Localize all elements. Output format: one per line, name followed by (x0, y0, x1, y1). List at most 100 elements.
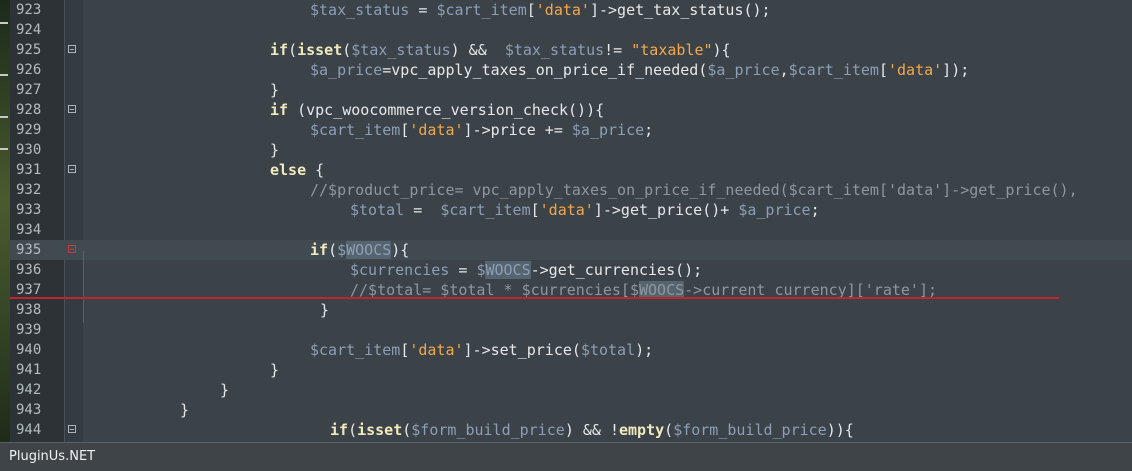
fold-toggle-icon[interactable] (68, 105, 76, 113)
code-token: } (270, 81, 280, 99)
code-text: if(isset($form_build_price) && !empty($f… (330, 420, 854, 440)
brand-label: PluginUs.NET (9, 449, 96, 464)
line-number: 925 (16, 42, 42, 58)
code-token: ) && ! (564, 421, 619, 439)
code-token: ]->get_tax_status(); (589, 1, 771, 19)
code-line[interactable]: 938} (10, 300, 1132, 320)
code-token: $cart_item (436, 1, 527, 19)
code-text: $cart_item['data']->price += $a_price; (310, 120, 653, 140)
code-token: ( (348, 421, 358, 439)
line-number: 934 (16, 222, 42, 238)
code-token: [ (878, 61, 888, 79)
annotation-underline (10, 297, 1059, 299)
desktop-background-strip (0, 0, 10, 442)
code-token: $cart_item (788, 61, 879, 79)
code-text: } (180, 400, 189, 420)
line-number: 942 (16, 382, 42, 398)
code-token: $cart_item (310, 341, 401, 359)
code-token: WOOCS (485, 261, 531, 279)
code-token: ){ (712, 41, 731, 59)
code-text: } (270, 360, 279, 380)
code-line[interactable]: 923 $tax_status = $cart_item['data']->get… (10, 0, 1132, 20)
code-token: != (604, 41, 632, 59)
fold-toggle-icon[interactable] (68, 45, 76, 53)
code-line[interactable]: 929 $cart_item['data']->price += $a_price… (10, 120, 1132, 140)
code-line[interactable]: 928 if (vpc_woocommerce_version_check()){ (10, 100, 1132, 120)
code-token: isset (297, 41, 343, 59)
line-number: 928 (16, 102, 42, 118)
code-text: else { (270, 160, 324, 180)
code-token: $a_price (738, 201, 811, 219)
code-token: [ (400, 341, 410, 359)
code-token: if (310, 241, 329, 259)
code-line[interactable]: 932 //$product_price= vpc_apply_taxes_on_… (10, 180, 1132, 200)
code-token: ); (635, 341, 654, 359)
code-text: $tax_status = $cart_item['data']->get_ta… (310, 0, 771, 20)
code-token: ) && (450, 41, 505, 59)
code-text: $total = $cart_item['data']->get_price()… (350, 200, 820, 220)
code-text: } (320, 300, 329, 320)
code-token: else (270, 161, 307, 179)
code-line[interactable]: 927} (10, 80, 1132, 100)
line-number: 940 (16, 342, 42, 358)
code-line[interactable]: 940 $cart_item['data']->set_price($total)… (10, 340, 1132, 360)
code-editor[interactable]: 923 $tax_status = $cart_item['data']->get… (10, 0, 1132, 442)
line-number: 935 (16, 242, 42, 258)
code-token: [ (400, 121, 410, 139)
code-line[interactable]: 925 if(isset($tax_status) && $tax_status!… (10, 40, 1132, 60)
code-line[interactable]: 939 (10, 320, 1132, 340)
code-token: $cart_item (440, 201, 531, 219)
line-number: 926 (16, 62, 42, 78)
fold-toggle-icon[interactable] (68, 425, 76, 433)
code-token: $tax_status (504, 41, 605, 59)
line-number: 936 (16, 262, 42, 278)
code-token: $currencies (350, 261, 450, 279)
fold-toggle-icon[interactable] (68, 245, 76, 253)
code-token: } (180, 401, 190, 419)
code-token: } (220, 381, 230, 399)
code-line[interactable]: 926 $a_price=vpc_apply_taxes_on_price_if_… (10, 60, 1132, 80)
code-line[interactable]: 924 (10, 20, 1132, 40)
code-text: $currencies = $WOOCS->get_currencies(); (350, 260, 702, 280)
code-token: ; (810, 201, 820, 219)
code-token: 'data' (887, 61, 943, 79)
code-text: $cart_item['data']->set_price($total); (310, 340, 653, 360)
code-text: } (220, 380, 229, 400)
code-token: = (409, 1, 437, 19)
code-text: } (270, 80, 279, 100)
code-text: } (270, 140, 279, 160)
code-line[interactable]: 936 $currencies = $WOOCS->get_currencies(… (10, 260, 1132, 280)
code-line[interactable]: 935 if($WOOCS){ (10, 240, 1132, 260)
code-token: empty (619, 421, 665, 439)
code-line[interactable]: 933 $total = $cart_item['data']->get_pric… (10, 200, 1132, 220)
line-number: 929 (16, 122, 42, 138)
code-token: ; (644, 121, 654, 139)
fold-toggle-icon[interactable] (68, 165, 76, 173)
code-text: if(isset($tax_status) && $tax_status!= "… (270, 40, 731, 60)
code-token: = (404, 201, 441, 219)
code-token: } (320, 301, 330, 319)
code-token: "taxable" (631, 41, 713, 59)
code-token: $form_build_price (673, 421, 827, 439)
code-text: if($WOOCS){ (310, 240, 409, 260)
line-number: 943 (16, 402, 42, 418)
code-text: if (vpc_woocommerce_version_check()){ (270, 100, 604, 120)
code-line[interactable]: 943} (10, 400, 1132, 420)
code-line[interactable]: 941} (10, 360, 1132, 380)
code-token: $a_price (571, 121, 645, 139)
code-line[interactable]: 931 else { (10, 160, 1132, 180)
watermark-bar: PluginUs.NET (0, 442, 1132, 471)
code-line[interactable]: 942} (10, 380, 1132, 400)
code-token: ( (288, 41, 298, 59)
code-token: $a_price (707, 61, 780, 79)
code-token: if (270, 101, 289, 119)
code-line[interactable]: 930} (10, 140, 1132, 160)
code-token: ]->get_price()+ (593, 201, 739, 219)
code-line[interactable]: 944 if(isset($form_build_price) && !empty… (10, 420, 1132, 440)
code-line[interactable]: 934 (10, 220, 1132, 240)
code-token: } (270, 141, 280, 159)
code-token: $tax_status (310, 1, 410, 19)
code-text: //$product_price= vpc_apply_taxes_on_pri… (310, 180, 1078, 200)
code-token: { (306, 161, 325, 179)
code-token: $ (337, 241, 347, 259)
